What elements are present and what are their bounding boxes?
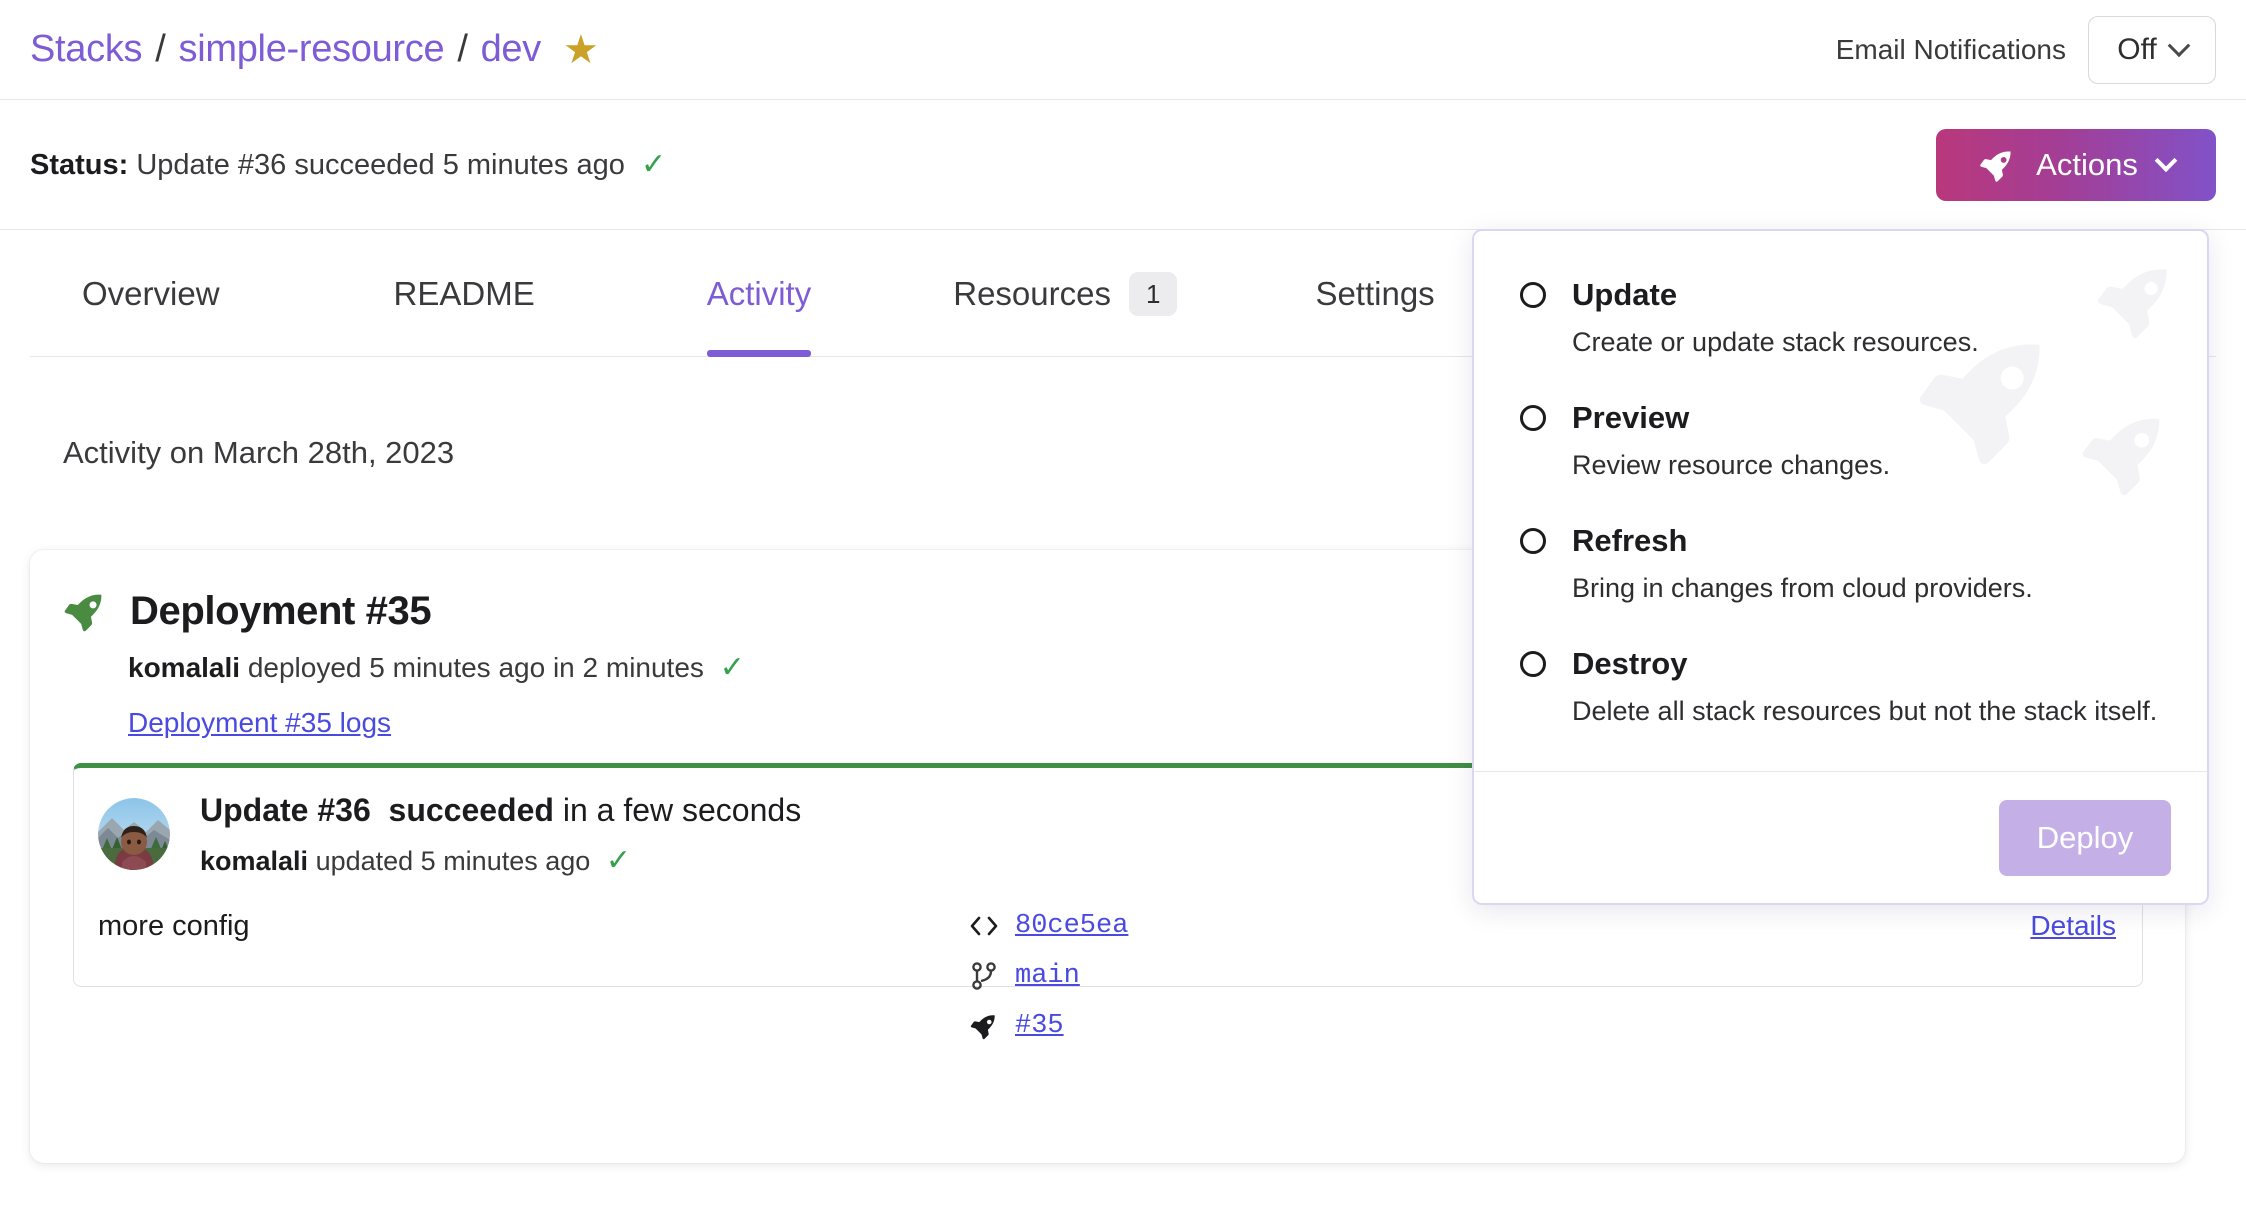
favorite-star-icon[interactable]: ★ [563,30,599,70]
tab-overview[interactable]: Overview [82,231,220,357]
update-meta-row: more config 80ce5ea main #35 Details [74,910,2144,1041]
rocket-icon [64,593,102,632]
branch-icon [969,961,999,991]
update-success-check-icon: ✓ [605,844,631,877]
rocket-icon [1980,149,2011,182]
action-option-label: Destroy [1572,646,1688,681]
action-option-destroy[interactable]: Destroy Delete all stack resources but n… [1520,646,2207,727]
actions-button[interactable]: Actions [1936,128,2216,201]
branch-row: main [969,954,1128,998]
radio-icon[interactable] [1520,528,1546,554]
radio-icon[interactable] [1520,282,1546,308]
action-option-header[interactable]: Refresh [1520,523,2207,559]
actions-button-label: Actions [2036,146,2138,182]
action-option-header[interactable]: Preview [1520,400,2207,436]
deployment-title: Deployment #35 [130,588,432,633]
deployment-ref-row: #35 [969,1004,1128,1048]
actions-dropdown-menu: Update Create or update stack resources.… [1472,229,2209,905]
update-actor: komalali [200,846,309,876]
update-title-line: Update #36 succeeded in a few seconds [200,792,801,829]
branch-link[interactable]: main [1015,961,1080,991]
chevron-down-icon [2167,33,2191,57]
tab-readme[interactable]: README [394,231,535,357]
commit-hash-link[interactable]: 80ce5ea [1015,911,1128,941]
radio-icon[interactable] [1520,405,1546,431]
action-option-preview[interactable]: Preview Review resource changes. [1520,400,2207,481]
update-text-block: Update #36 succeeded in a few seconds ko… [200,792,801,878]
action-option-header[interactable]: Destroy [1520,646,2207,682]
breadcrumb-separator-1: / [155,28,166,70]
email-notifications-label: Email Notifications [1835,33,2066,65]
status-message: Update #36 succeeded 5 minutes ago [136,149,625,181]
tab-label: Overview [82,274,220,312]
tab-label: README [393,274,535,312]
status-success-check-icon: ✓ [640,148,667,181]
top-bar-right: Email Notifications Off [1835,15,2216,84]
top-bar: Stacks / simple-resource / dev ★ Email N… [0,0,2246,100]
update-title: Update #36 [200,792,371,828]
deployment-logs-link[interactable]: Deployment #35 logs [128,707,391,739]
stack-activity-page: Stacks / simple-resource / dev ★ Email N… [0,0,2246,1210]
status-line: Status: Update #36 succeeded 5 minutes a… [30,147,666,182]
rocket-icon [969,1011,999,1041]
avatar [98,798,170,870]
breadcrumb-stacks[interactable]: Stacks [30,28,143,71]
deploy-button[interactable]: Deploy [1999,799,2171,876]
radio-icon[interactable] [1520,651,1546,677]
tab-label: Settings [1315,274,1435,312]
deployment-success-check-icon: ✓ [719,651,745,684]
email-notifications-select[interactable]: Off [2088,15,2216,84]
breadcrumb-separator-2: / [457,28,468,70]
update-sub-text: updated 5 minutes ago [315,846,591,876]
deployment-sub-text: deployed 5 minutes ago in 2 minutes [247,652,704,683]
breadcrumb-project[interactable]: simple-resource [179,28,445,71]
chevron-down-icon [2154,148,2178,172]
details-link[interactable]: Details [2030,910,2116,942]
action-option-header[interactable]: Update [1520,277,2207,313]
tab-settings[interactable]: Settings [1315,231,1434,357]
activity-date-heading: Activity on March 28th, 2023 [63,435,455,470]
avatar-image [98,798,170,870]
dropdown-footer: Deploy [1474,771,2207,903]
update-subtitle: komalali updated 5 minutes ago ✓ [200,843,801,878]
action-option-refresh[interactable]: Refresh Bring in changes from cloud prov… [1520,523,2207,604]
tab-resources-count-badge: 1 [1128,271,1178,316]
tab-activity[interactable]: Activity [706,231,812,357]
git-metadata-list: 80ce5ea main #35 [969,904,1128,1048]
action-option-description: Review resource changes. [1572,450,1891,480]
status-bar: Status: Update #36 succeeded 5 minutes a… [0,100,2246,230]
tab-label: Resources [953,274,1111,312]
action-option-description: Bring in changes from cloud providers. [1572,573,2033,603]
action-option-label: Update [1572,277,1678,312]
email-notifications-value: Off [2117,32,2157,66]
action-option-description: Create or update stack resources. [1572,327,1979,357]
status-label: Status: [30,149,129,181]
update-status-word: succeeded [388,792,554,828]
deployment-ref-link[interactable]: #35 [1015,1011,1064,1041]
deployment-actor: komalali [128,652,241,683]
commit-hash-row: 80ce5ea [969,904,1128,948]
breadcrumb-stack[interactable]: dev [481,28,542,71]
commit-message: more config [98,910,250,942]
action-option-label: Preview [1572,400,1690,435]
update-duration: in a few seconds [562,792,802,828]
action-option-update[interactable]: Update Create or update stack resources. [1520,277,2207,358]
breadcrumb: Stacks / simple-resource / dev ★ [30,28,599,71]
tab-resources[interactable]: Resources 1 [953,231,1178,357]
action-option-description: Delete all stack resources but not the s… [1572,696,2158,726]
tab-label: Activity [706,274,812,312]
actions-option-list: Update Create or update stack resources.… [1474,231,2207,727]
action-option-label: Refresh [1572,523,1688,558]
code-icon [969,911,999,941]
